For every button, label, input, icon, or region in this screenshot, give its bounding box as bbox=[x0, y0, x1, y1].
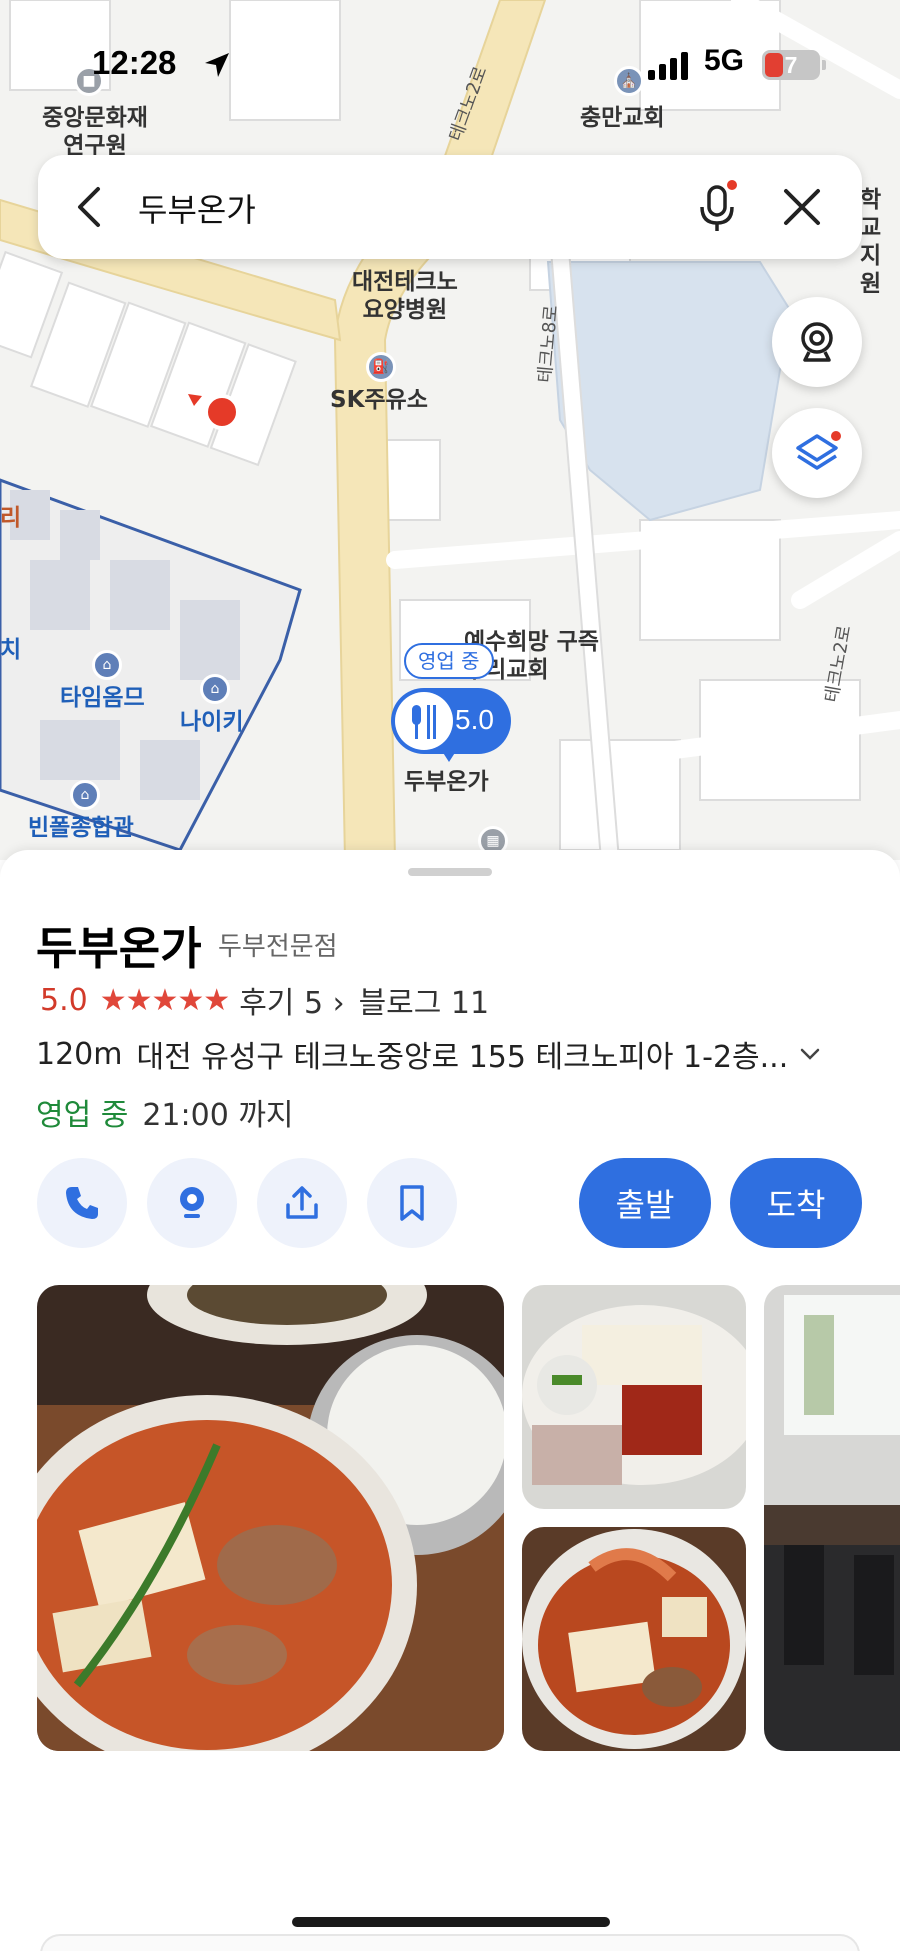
back-arrow-icon[interactable] bbox=[68, 183, 112, 231]
layers-icon bbox=[796, 431, 841, 470]
sheet-grabber[interactable] bbox=[408, 868, 492, 876]
map-label-nike[interactable]: 나이키 bbox=[180, 708, 243, 736]
next-sheet-edge bbox=[40, 1934, 860, 1951]
call-button[interactable] bbox=[37, 1158, 127, 1248]
star-rating-icon: ★★★★★ bbox=[99, 982, 230, 1018]
map-view[interactable]: 중앙문화재 연구원 충만교회 대전테크노 요양병원 ⛽ SK주유소 예수희망 구… bbox=[0, 0, 900, 860]
battery-cap bbox=[822, 60, 826, 70]
photo-stew-2[interactable] bbox=[522, 1527, 746, 1751]
status-time: 12:28 bbox=[92, 44, 177, 81]
photo-interior[interactable] bbox=[764, 1285, 900, 1751]
bookmark-icon bbox=[400, 1185, 424, 1221]
battery-icon: 7 bbox=[762, 50, 820, 80]
hours-row[interactable]: 영업 중 21:00 까지 bbox=[36, 1090, 294, 1134]
closing-time: 21:00 까지 bbox=[142, 1098, 294, 1133]
rating-value: 5.0 bbox=[40, 982, 88, 1018]
rating-row: 5.0 ★★★★★ 후기 5 › 블로그 11 bbox=[40, 978, 503, 1022]
marker-tail bbox=[440, 748, 458, 762]
marker-place-label[interactable]: 두부온가 bbox=[404, 768, 489, 796]
reviews-label: 후기 5 bbox=[239, 986, 324, 1021]
gas-station-icon[interactable]: ⛽ bbox=[366, 352, 396, 382]
search-bar[interactable]: 두부온가 bbox=[38, 155, 862, 259]
photo-main[interactable] bbox=[37, 1285, 504, 1751]
network-type: 5G bbox=[704, 44, 745, 77]
blog-link[interactable]: 블로그 11 bbox=[359, 978, 490, 1022]
distance: 120m bbox=[36, 1036, 123, 1072]
address: 대전 유성구 테크노중앙로 155 테크노피아 1-2층... bbox=[136, 1040, 789, 1075]
shop-icon[interactable]: ⌂ bbox=[70, 780, 100, 810]
arrive-button[interactable]: 도착 bbox=[730, 1158, 862, 1248]
place-name: 두부온가 bbox=[36, 922, 202, 975]
stew-photo-image bbox=[37, 1285, 504, 1751]
close-icon[interactable] bbox=[778, 183, 826, 231]
share-button[interactable] bbox=[257, 1158, 347, 1248]
current-location-icon bbox=[188, 394, 240, 430]
signal-icon bbox=[648, 52, 688, 80]
layers-button[interactable] bbox=[772, 408, 862, 498]
street-view-button[interactable] bbox=[147, 1158, 237, 1248]
home-indicator[interactable] bbox=[292, 1917, 610, 1927]
place-category: 두부전문점 bbox=[218, 932, 338, 962]
map-label-school[interactable]: 학교 지원 bbox=[860, 186, 900, 298]
tofu-platter-image bbox=[522, 1285, 746, 1509]
stew-bowl-image bbox=[522, 1527, 746, 1751]
depart-button[interactable]: 출발 bbox=[579, 1158, 711, 1248]
map-label-chi: 치 bbox=[0, 637, 22, 663]
shop-icon[interactable]: ⌂ bbox=[200, 674, 230, 704]
map-label-binpol[interactable]: 빈폴종합관 bbox=[28, 814, 134, 842]
map-label-sk[interactable]: SK주유소 bbox=[330, 386, 428, 414]
location-arrow-icon bbox=[205, 53, 229, 77]
marker-rating: 5.0 bbox=[455, 704, 494, 735]
save-button[interactable] bbox=[367, 1158, 457, 1248]
map-label-ri: 리 bbox=[0, 505, 22, 531]
place-detail-sheet[interactable]: 두부온가 두부전문점 5.0 ★★★★★ 후기 5 › 블로그 11 120m … bbox=[0, 850, 900, 1951]
street-view-icon bbox=[180, 1187, 204, 1218]
shop-icon[interactable]: ⌂ bbox=[92, 650, 122, 680]
open-status: 영업 중 bbox=[36, 1098, 129, 1133]
map-label-hospital[interactable]: 대전테크노 요양병원 bbox=[352, 268, 458, 324]
map-label-timeomm[interactable]: 타임옴므 bbox=[60, 684, 145, 712]
restaurant-icon bbox=[395, 692, 453, 750]
cctv-icon bbox=[801, 322, 833, 362]
address-row[interactable]: 120m 대전 유성구 테크노중앙로 155 테크노피아 1-2층... bbox=[36, 1034, 866, 1075]
church-icon[interactable]: ⛪ bbox=[614, 66, 644, 96]
map-open-badge: 영업 중 bbox=[404, 643, 494, 679]
search-query[interactable]: 두부온가 bbox=[138, 185, 256, 231]
interior-image bbox=[764, 1285, 900, 1751]
reviews-link[interactable]: 후기 5 › bbox=[239, 978, 344, 1022]
chevron-right-icon: › bbox=[332, 986, 345, 1021]
mic-icon[interactable] bbox=[690, 177, 746, 237]
map-label-joongang[interactable]: 중앙문화재 연구원 bbox=[30, 104, 160, 160]
share-icon bbox=[286, 1186, 318, 1219]
chevron-down-icon[interactable] bbox=[798, 1044, 822, 1064]
battery-level: 7 bbox=[784, 52, 798, 78]
cctv-button[interactable] bbox=[772, 297, 862, 387]
photo-side-dishes[interactable] bbox=[522, 1285, 746, 1509]
phone-icon bbox=[66, 1187, 98, 1219]
map-label-chungman[interactable]: 충만교회 bbox=[580, 104, 665, 132]
place-marker[interactable]: 5.0 bbox=[391, 688, 511, 754]
